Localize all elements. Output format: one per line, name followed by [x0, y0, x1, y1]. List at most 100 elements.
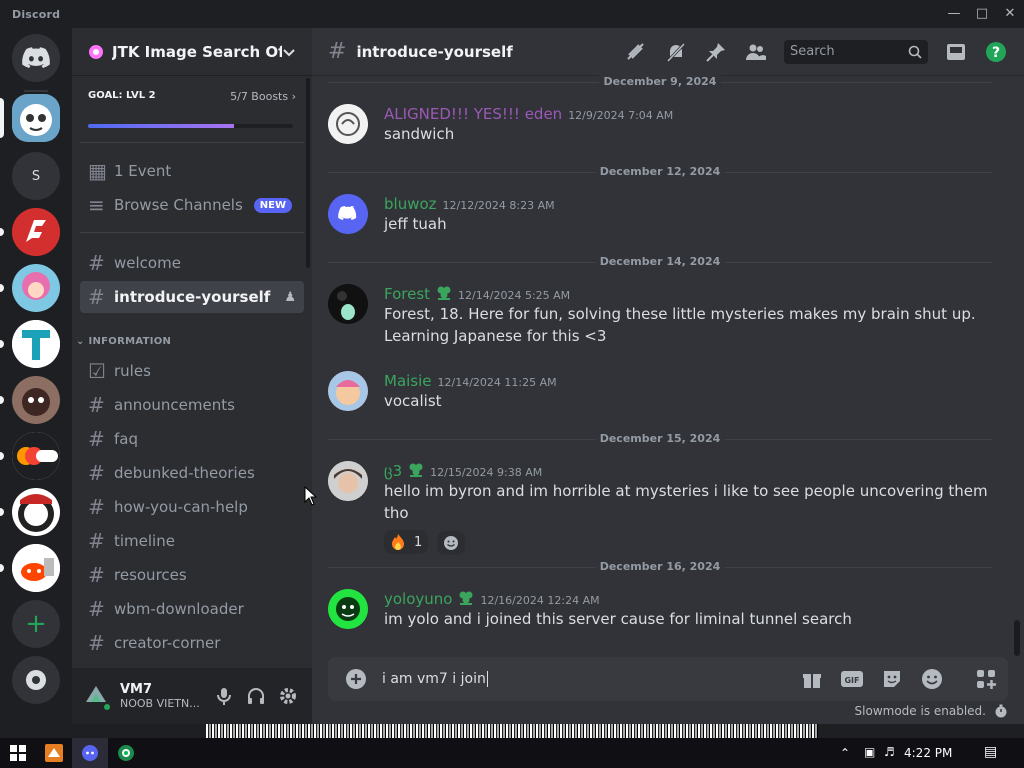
message-text: Forest, 18. Here for fun, solving these … — [384, 305, 976, 323]
boost-goal[interactable]: GOAL: LVL 2 5/7 Boosts › — [88, 90, 296, 128]
channel-label: how-you-can-help — [114, 498, 248, 516]
server-t-icon[interactable] — [12, 320, 60, 368]
avatar[interactable] — [328, 284, 368, 324]
help-icon[interactable]: ? — [984, 40, 1008, 64]
server-jtk-icon[interactable] — [12, 94, 60, 142]
date-divider: December 15, 2024 — [328, 432, 992, 445]
search-icon — [908, 45, 922, 59]
channel-resources[interactable]: # resources — [80, 559, 304, 591]
home-button[interactable] — [12, 34, 60, 82]
search-input[interactable]: Search — [784, 39, 928, 64]
unread-indicator — [0, 284, 4, 292]
threads-icon[interactable] — [624, 40, 648, 64]
channel-introduce-yourself[interactable]: # introduce-yourself ♟ — [80, 281, 304, 313]
unread-indicator — [0, 564, 4, 572]
guild-flower-icon — [89, 44, 103, 59]
server-s-icon[interactable]: S — [12, 152, 60, 200]
server-anime-icon[interactable] — [12, 264, 60, 312]
message-author[interactable]: Forest — [384, 285, 430, 303]
browse-channels-item[interactable]: ≡ Browse Channels NEW — [80, 189, 304, 221]
channel-title: introduce-yourself — [356, 42, 513, 61]
channel-how-you-can-help[interactable]: # how-you-can-help — [80, 491, 304, 523]
add-server-button[interactable]: + — [12, 600, 60, 648]
message-author[interactable]: ALIGNED!!! YES!!! eden — [384, 105, 562, 123]
message-text: vocalist — [384, 392, 442, 410]
channel-debunked-theories[interactable]: # debunked-theories — [80, 457, 304, 489]
message-author[interactable]: bluwoz — [384, 195, 437, 213]
server-newo-icon[interactable] — [12, 432, 60, 480]
gear-icon[interactable] — [272, 680, 304, 712]
sticker-icon[interactable] — [880, 667, 904, 691]
search-placeholder: Search — [790, 44, 835, 59]
avatar[interactable] — [328, 104, 368, 144]
message-author[interactable]: Maisie — [384, 372, 432, 390]
close-button[interactable]: ✕ — [998, 4, 1022, 24]
category-information[interactable]: ⌄ INFORMATION — [76, 336, 171, 347]
os-taskbar: ⌃ ▣ ♬ 4:22 PM ▤ — [0, 738, 1024, 768]
add-reaction-button[interactable] — [437, 531, 466, 555]
message-text: hello im byron and im horrible at myster… — [384, 482, 988, 522]
mute-bell-icon[interactable] — [664, 40, 688, 64]
tray-chevron-up-icon[interactable]: ⌃ — [840, 746, 850, 760]
message-author[interactable]: ც3 — [384, 462, 402, 480]
taskbar-browser-icon[interactable] — [108, 738, 144, 768]
clover-badge-icon — [408, 462, 424, 478]
events-label: 1 Event — [114, 162, 172, 180]
discord-logo-icon — [22, 47, 50, 68]
taskbar-clock[interactable]: 4:22 PM — [904, 746, 952, 760]
channel-announcements[interactable]: # announcements — [80, 389, 304, 421]
mic-icon[interactable] — [208, 680, 240, 712]
inbox-icon[interactable] — [944, 40, 968, 64]
channel-timeline[interactable]: # timeline — [80, 525, 304, 557]
attach-plus-icon[interactable] — [344, 667, 368, 691]
invite-member-icon[interactable]: ♟ — [284, 290, 296, 305]
channel-welcome[interactable]: # welcome — [80, 247, 304, 279]
channel-label: wbm-downloader — [114, 600, 244, 618]
channel-rules[interactable]: ☑ rules — [80, 355, 304, 387]
server-red-icon[interactable] — [12, 208, 60, 256]
emoji-icon[interactable] — [920, 667, 944, 691]
hash-icon: # — [88, 631, 105, 655]
message-composer: i am vm7 i join GIF — [328, 657, 1008, 701]
taskbar-app-icon[interactable] — [36, 738, 72, 768]
gift-icon[interactable] — [800, 667, 824, 691]
channel-creator-corner[interactable]: # creator-corner — [80, 627, 304, 659]
user-avatar[interactable] — [80, 680, 112, 712]
network-icon[interactable]: ▣ — [864, 745, 875, 759]
minimize-button[interactable]: — — [942, 4, 966, 24]
chat-scrollbar[interactable] — [1014, 620, 1020, 656]
message-author[interactable]: yoloyuno — [384, 590, 452, 608]
events-item[interactable]: ▦ 1 Event — [80, 155, 304, 187]
maximize-button[interactable]: □ — [970, 4, 994, 24]
notification-icon[interactable]: ▤ — [984, 744, 997, 760]
headphones-icon[interactable] — [240, 680, 272, 712]
avatar[interactable] — [328, 589, 368, 629]
windows-start-icon[interactable] — [0, 738, 36, 768]
server-reddit-icon[interactable] — [12, 544, 60, 592]
sidebar-scrollbar[interactable] — [306, 78, 310, 268]
server-cat-icon[interactable] — [12, 376, 60, 424]
server-obs-icon[interactable] — [12, 488, 60, 536]
avatar[interactable] — [328, 371, 368, 411]
hash-icon: # — [328, 39, 347, 64]
taskbar-discord-icon[interactable] — [72, 738, 108, 768]
hash-icon: # — [88, 563, 105, 587]
chat-header: # introduce-yourself Search ? — [312, 28, 1024, 76]
gif-icon[interactable]: GIF — [840, 667, 864, 691]
discover-button[interactable] — [12, 656, 60, 704]
window-titlebar: Discord — □ ✕ — [0, 0, 1024, 28]
guild-name: JTK Image Search Of... — [112, 42, 282, 61]
channel-faq[interactable]: # faq — [80, 423, 304, 455]
apps-icon[interactable] — [974, 667, 998, 691]
avatar[interactable] — [328, 194, 368, 234]
guild-header[interactable]: JTK Image Search Of... — [72, 28, 312, 76]
slowmode-text: Slowmode is enabled. — [854, 704, 986, 718]
channel-wbm-downloader[interactable]: # wbm-downloader — [80, 593, 304, 625]
message-timestamp: 12/14/2024 5:25 AM — [458, 289, 571, 302]
fire-reaction[interactable]: 1 — [384, 530, 429, 554]
avatar[interactable] — [328, 461, 368, 501]
pin-icon[interactable] — [704, 40, 728, 64]
volume-muted-icon[interactable]: ♬ — [884, 745, 895, 759]
message-input[interactable]: i am vm7 i join — [382, 671, 784, 687]
member-list-icon[interactable] — [744, 40, 768, 64]
